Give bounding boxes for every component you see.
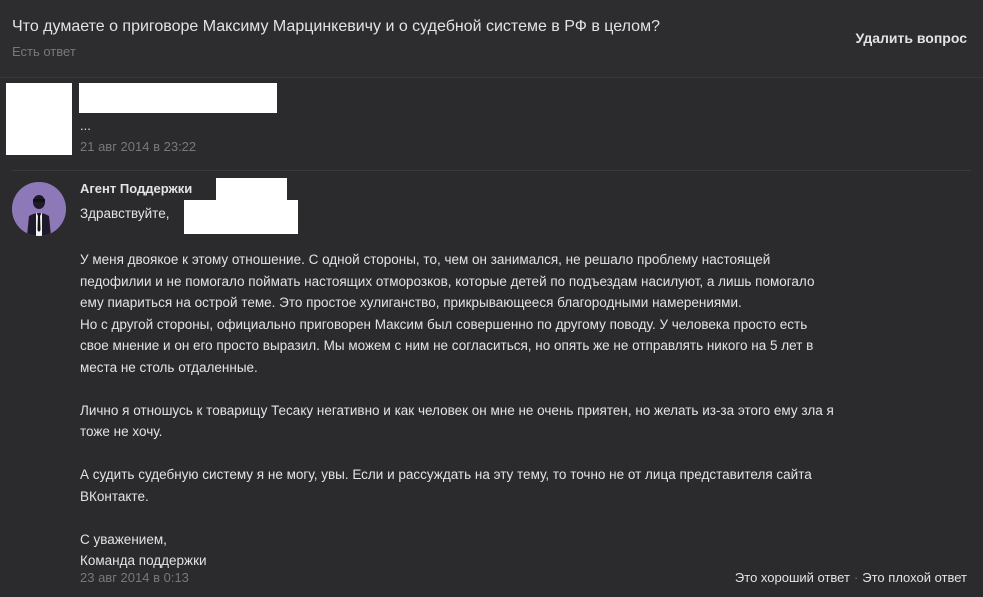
message-line: педофилии и не помогало поймать настоящи… — [80, 273, 815, 289]
message-line: Команда поддержки — [80, 553, 207, 568]
agent-paragraph: У меня двоякое к этому отношение. С одно… — [80, 249, 970, 378]
message-line: С уважением, — [80, 531, 167, 547]
rating-separator: · — [853, 570, 859, 585]
answer-rating: Это хороший ответ · Это плохой ответ — [735, 570, 967, 585]
message-line: Лично я отношусь к товарищу Тесаку негат… — [80, 402, 834, 418]
agent-name-redacted — [216, 178, 287, 200]
question-status: Есть ответ — [12, 44, 76, 59]
user-name-redacted — [79, 83, 277, 113]
user-message-date: 21 авг 2014 в 23:22 — [80, 139, 197, 154]
agent-greeting: Здравствуйте, — [80, 206, 170, 221]
message-line: Но с другой стороны, официально приговор… — [80, 316, 808, 332]
message-line: ему пиариться на острой теме. Это просто… — [80, 295, 742, 310]
message-line: А судить судебную систему я не могу, увы… — [80, 467, 812, 482]
user-avatar-redacted — [6, 83, 72, 155]
user-message-text: ... — [80, 118, 91, 133]
message-divider — [12, 170, 971, 171]
question-title: Что думаете о приговоре Максиму Марцинке… — [12, 18, 660, 35]
agent-message-date: 23 авг 2014 в 0:13 — [80, 570, 189, 585]
message-line: свое мнение и он его просто выразил. Мы … — [80, 338, 814, 353]
message-line: ВКонтакте. — [80, 488, 149, 504]
message-line: тоже не хочу. — [80, 424, 163, 439]
message-line: места не столь отдаленные. — [80, 359, 258, 375]
bad-answer-button[interactable]: Это плохой ответ — [862, 570, 967, 585]
agent-paragraph: А судить судебную систему я не могу, увы… — [80, 464, 970, 507]
agent-message-body: У меня двоякое к этому отношение. С одно… — [80, 249, 970, 572]
delete-question-button[interactable]: Удалить вопрос — [856, 30, 968, 46]
conversation-panel: ... 21 авг 2014 в 23:22 Агент Поддержки … — [0, 78, 983, 597]
agent-name[interactable]: Агент Поддержки — [80, 181, 192, 196]
agent-greeting-redacted — [184, 200, 298, 234]
agent-paragraph: Лично я отношусь к товарищу Тесаку негат… — [80, 400, 970, 443]
question-header: Что думаете о приговоре Максиму Марцинке… — [0, 0, 983, 78]
agent-avatar[interactable] — [12, 182, 66, 236]
agent-signature: С уважением, Команда поддержки — [80, 529, 970, 572]
good-answer-button[interactable]: Это хороший ответ — [735, 570, 850, 585]
message-line: У меня двоякое к этому отношение. С одно… — [80, 252, 771, 267]
agent-in-suit-icon — [12, 182, 66, 236]
